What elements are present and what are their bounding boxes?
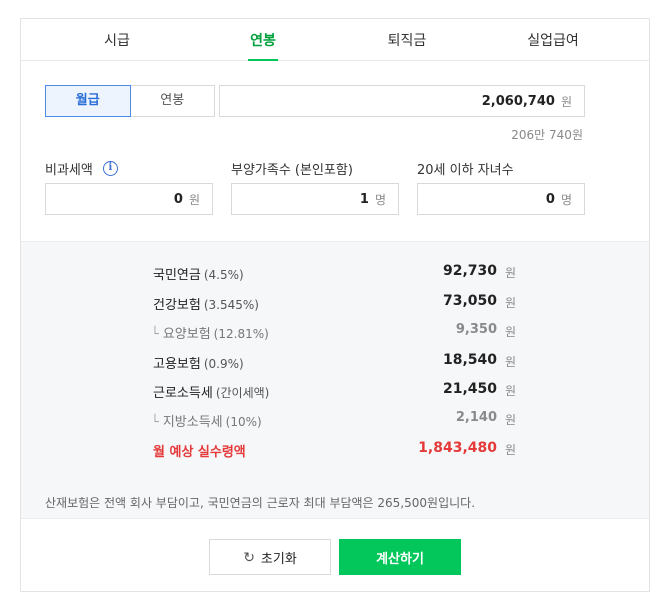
result-panel: 국민연금 (4.5%) 92,730 원 건강보험 (3.545%) 73,050 …	[21, 241, 649, 519]
salary-input[interactable]: 2,060,740 원	[219, 85, 585, 117]
local-tax-value: 2,140	[455, 410, 497, 425]
salary-calculator-card: 시급 연봉 퇴직금 실업급여 월급 연봉 2,060,740 원 206만 74…	[20, 18, 650, 592]
tab-unemployment[interactable]: 실업급여	[493, 19, 613, 61]
monthly-pay-button[interactable]: 월급	[45, 85, 131, 117]
net-pay-row: 월 예상 실수령액 1,843,480 원	[153, 440, 517, 460]
pension-value: 92,730	[442, 263, 497, 279]
employment-row: 고용보험 (0.9%) 18,540 원	[153, 352, 517, 372]
income-tax-row: 근로소득세 (간이세액) 21,450 원	[153, 381, 517, 401]
salary-korean-reading: 206만 740원	[511, 128, 583, 142]
insurance-note: 산재보험은 전액 회사 부담이고, 국민연금의 근로자 최대 부담액은 265,…	[45, 496, 476, 510]
health-value: 73,050	[442, 293, 497, 309]
dependents-input[interactable]: 1 명	[231, 183, 399, 215]
care-row: └ 요양보험 (12.81%) 9,350 원	[151, 322, 517, 342]
sub-corner-icon: └	[151, 327, 159, 342]
salary-unit: 원	[560, 94, 572, 109]
tab-severance[interactable]: 퇴직금	[347, 19, 467, 61]
sub-corner-icon: └	[151, 415, 159, 430]
annual-pay-button[interactable]: 연봉	[130, 85, 215, 117]
local-tax-row: └ 지방소득세 (10%) 2,140 원	[151, 410, 517, 430]
children-label: 20세 이하 자녀수	[417, 163, 514, 178]
info-icon[interactable]: i	[102, 161, 118, 176]
active-tab-indicator	[248, 59, 278, 61]
nontax-input[interactable]: 0 원	[45, 183, 213, 215]
dependents-label: 부양가족수 (본인포함)	[231, 163, 353, 178]
employment-value: 18,540	[442, 352, 497, 368]
care-value: 9,350	[455, 322, 497, 337]
reset-button[interactable]: ↻ 초기화	[209, 539, 331, 575]
pension-row: 국민연금 (4.5%) 92,730 원	[153, 263, 517, 283]
salary-value: 2,060,740	[481, 93, 555, 109]
nontax-label: 비과세액 i	[45, 159, 118, 178]
net-pay-value: 1,843,480	[418, 440, 497, 456]
health-row: 건강보험 (3.545%) 73,050 원	[153, 293, 517, 313]
children-input[interactable]: 0 명	[417, 183, 585, 215]
tab-annual-salary[interactable]: 연봉	[203, 19, 323, 61]
income-tax-value: 21,450	[442, 381, 497, 397]
calculator-tabs: 시급 연봉 퇴직금 실업급여	[21, 19, 649, 61]
calculate-button[interactable]: 계산하기	[339, 539, 461, 575]
tab-hourly[interactable]: 시급	[57, 19, 177, 61]
pay-type-toggle: 월급 연봉	[45, 85, 215, 117]
refresh-icon: ↻	[243, 548, 255, 565]
